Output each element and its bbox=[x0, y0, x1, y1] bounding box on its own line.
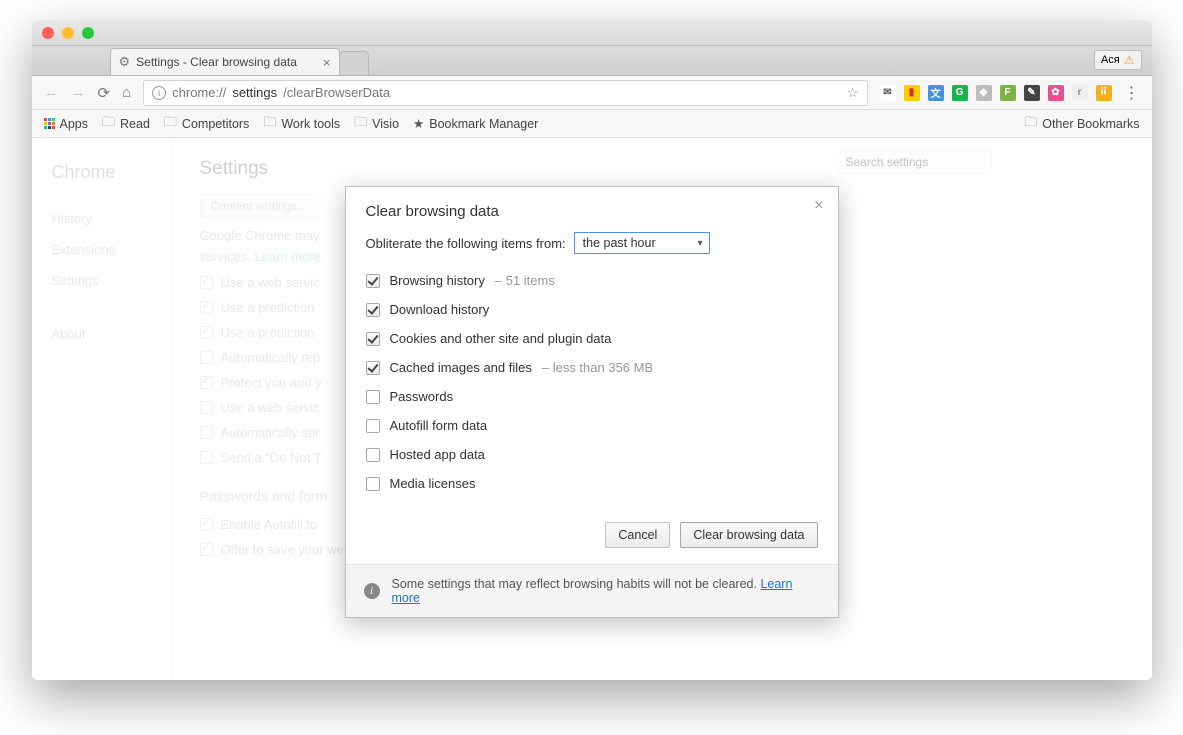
option-label: Cached images and files bbox=[390, 360, 532, 375]
toolbar: ← → ⟳ ⌂ i chrome:// settings/clearBrowser… bbox=[32, 76, 1152, 110]
clear-data-button[interactable]: Clear browsing data bbox=[680, 522, 817, 548]
bookmark-label: Visio bbox=[372, 117, 399, 131]
folder-icon: 🗀 bbox=[164, 113, 177, 135]
other-bookmarks[interactable]: 🗀 Other Bookmarks bbox=[1024, 113, 1139, 135]
checkbox[interactable] bbox=[366, 274, 380, 288]
clear-data-option: Hosted app data bbox=[366, 440, 818, 469]
option-detail: – 51 items bbox=[495, 273, 555, 288]
dialog-title: Clear browsing data bbox=[366, 203, 818, 220]
forward-button[interactable]: → bbox=[71, 84, 86, 101]
gear-icon: ⚙ bbox=[119, 54, 131, 70]
checkbox[interactable] bbox=[366, 361, 380, 375]
option-label: Browsing history bbox=[390, 273, 485, 288]
bookmark-star-icon[interactable]: ☆ bbox=[847, 85, 859, 101]
checkbox[interactable] bbox=[366, 448, 380, 462]
obliterate-label: Obliterate the following items from: bbox=[366, 236, 566, 251]
bookmark-item[interactable]: 🗀 Visio bbox=[354, 113, 399, 135]
bookmark-label: Read bbox=[120, 117, 150, 131]
folder-icon: 🗀 bbox=[263, 113, 276, 135]
tab-bar: ⚙ Settings - Clear browsing data × Ася ⚠ bbox=[32, 46, 1152, 76]
bookmark-item[interactable]: 🗀 Read bbox=[102, 113, 150, 135]
extension-icon[interactable]: ✎ bbox=[1024, 85, 1040, 101]
extension-icon[interactable]: ⠿ bbox=[1096, 85, 1112, 101]
checkbox[interactable] bbox=[366, 419, 380, 433]
home-button[interactable]: ⌂ bbox=[122, 84, 131, 101]
site-info-icon[interactable]: i bbox=[152, 86, 166, 100]
clear-data-option: Cookies and other site and plugin data bbox=[366, 324, 818, 353]
clear-data-option: Cached images and files – less than 356 … bbox=[366, 353, 818, 382]
folder-icon: 🗀 bbox=[1024, 113, 1037, 135]
extension-icon[interactable]: ◆ bbox=[976, 85, 992, 101]
folder-icon: 🗀 bbox=[102, 113, 115, 135]
option-label: Download history bbox=[390, 302, 490, 317]
bookmark-item[interactable]: ★ Bookmark Manager bbox=[413, 113, 538, 135]
extension-icon[interactable]: ▮ bbox=[904, 85, 920, 101]
browser-tab[interactable]: ⚙ Settings - Clear browsing data × bbox=[110, 48, 340, 75]
other-bookmarks-label: Other Bookmarks bbox=[1042, 117, 1139, 131]
window-maximize-button[interactable] bbox=[82, 27, 94, 39]
extension-icon[interactable]: 文 bbox=[928, 85, 944, 101]
checkbox[interactable] bbox=[366, 477, 380, 491]
page-content: Chrome HistoryExtensionsSettingsAbout Se… bbox=[32, 138, 1152, 680]
time-range-select[interactable]: the past hour bbox=[574, 232, 710, 254]
checkbox[interactable] bbox=[366, 390, 380, 404]
user-label: Ася bbox=[1101, 54, 1120, 66]
window-minimize-button[interactable] bbox=[62, 27, 74, 39]
extension-icon[interactable]: r bbox=[1072, 85, 1088, 101]
clear-data-option: Download history bbox=[366, 295, 818, 324]
bookmark-item[interactable]: 🗀 Competitors bbox=[164, 113, 249, 135]
option-label: Hosted app data bbox=[390, 447, 485, 462]
new-tab-button[interactable] bbox=[339, 51, 369, 75]
dialog-close-button[interactable]: × bbox=[814, 197, 823, 215]
url-segment: settings bbox=[232, 85, 277, 100]
clear-data-option: Passwords bbox=[366, 382, 818, 411]
clear-data-option: Media licenses bbox=[366, 469, 818, 498]
user-profile-button[interactable]: Ася ⚠ bbox=[1094, 50, 1142, 70]
apps-label: Apps bbox=[60, 117, 89, 131]
chrome-menu-button[interactable]: ⋮ bbox=[1124, 83, 1140, 103]
clear-data-option: Browsing history – 51 items bbox=[366, 266, 818, 295]
warning-icon: ⚠ bbox=[1124, 53, 1135, 67]
checkbox[interactable] bbox=[366, 332, 380, 346]
star-icon: ★ bbox=[413, 116, 424, 131]
clear-data-option: Autofill form data bbox=[366, 411, 818, 440]
reload-button[interactable]: ⟳ bbox=[98, 84, 111, 102]
tab-close-icon[interactable]: × bbox=[323, 55, 331, 70]
extension-icon[interactable]: G bbox=[952, 85, 968, 101]
option-label: Media licenses bbox=[390, 476, 476, 491]
bookmark-item[interactable]: 🗀 Work tools bbox=[263, 113, 340, 135]
back-button[interactable]: ← bbox=[44, 84, 59, 101]
titlebar bbox=[32, 20, 1152, 46]
extension-icon[interactable]: F bbox=[1000, 85, 1016, 101]
extension-icons: ✉ ▮ 文G ◆ F ✎ ✿ r ⠿ bbox=[880, 85, 1112, 101]
bookmark-label: Work tools bbox=[281, 117, 340, 131]
extension-icon[interactable]: ✉ bbox=[880, 85, 896, 101]
window-close-button[interactable] bbox=[42, 27, 54, 39]
option-label: Passwords bbox=[390, 389, 454, 404]
url-scheme: chrome:// bbox=[172, 85, 226, 100]
tab-title: Settings - Clear browsing data bbox=[136, 55, 297, 69]
bookmark-label: Competitors bbox=[182, 117, 249, 131]
extension-icon[interactable]: ✿ bbox=[1048, 85, 1064, 101]
time-range-value: the past hour bbox=[583, 236, 656, 250]
option-label: Autofill form data bbox=[390, 418, 488, 433]
modal-overlay: Clear browsing data × Obliterate the fol… bbox=[32, 138, 1152, 680]
bookmarks-bar: Apps 🗀 Read 🗀 Competitors 🗀 Work tools 🗀 Visio ★… bbox=[32, 110, 1152, 138]
folder-icon: 🗀 bbox=[354, 113, 367, 135]
url-path: /clearBrowserData bbox=[283, 85, 390, 100]
apps-shortcut[interactable]: Apps bbox=[44, 117, 89, 131]
cancel-button[interactable]: Cancel bbox=[605, 522, 670, 548]
checkbox[interactable] bbox=[366, 303, 380, 317]
info-icon: i bbox=[364, 583, 380, 599]
dialog-footer-text: Some settings that may reflect browsing … bbox=[392, 577, 757, 591]
address-bar[interactable]: i chrome:// settings/clearBrowserData ☆ bbox=[143, 80, 867, 106]
browser-window: ⚙ Settings - Clear browsing data × Ася ⚠… bbox=[32, 20, 1152, 680]
option-label: Cookies and other site and plugin data bbox=[390, 331, 612, 346]
bookmark-label: Bookmark Manager bbox=[429, 117, 538, 131]
apps-icon bbox=[44, 118, 55, 129]
clear-browsing-data-dialog: Clear browsing data × Obliterate the fol… bbox=[345, 186, 839, 618]
option-detail: – less than 356 MB bbox=[542, 360, 653, 375]
